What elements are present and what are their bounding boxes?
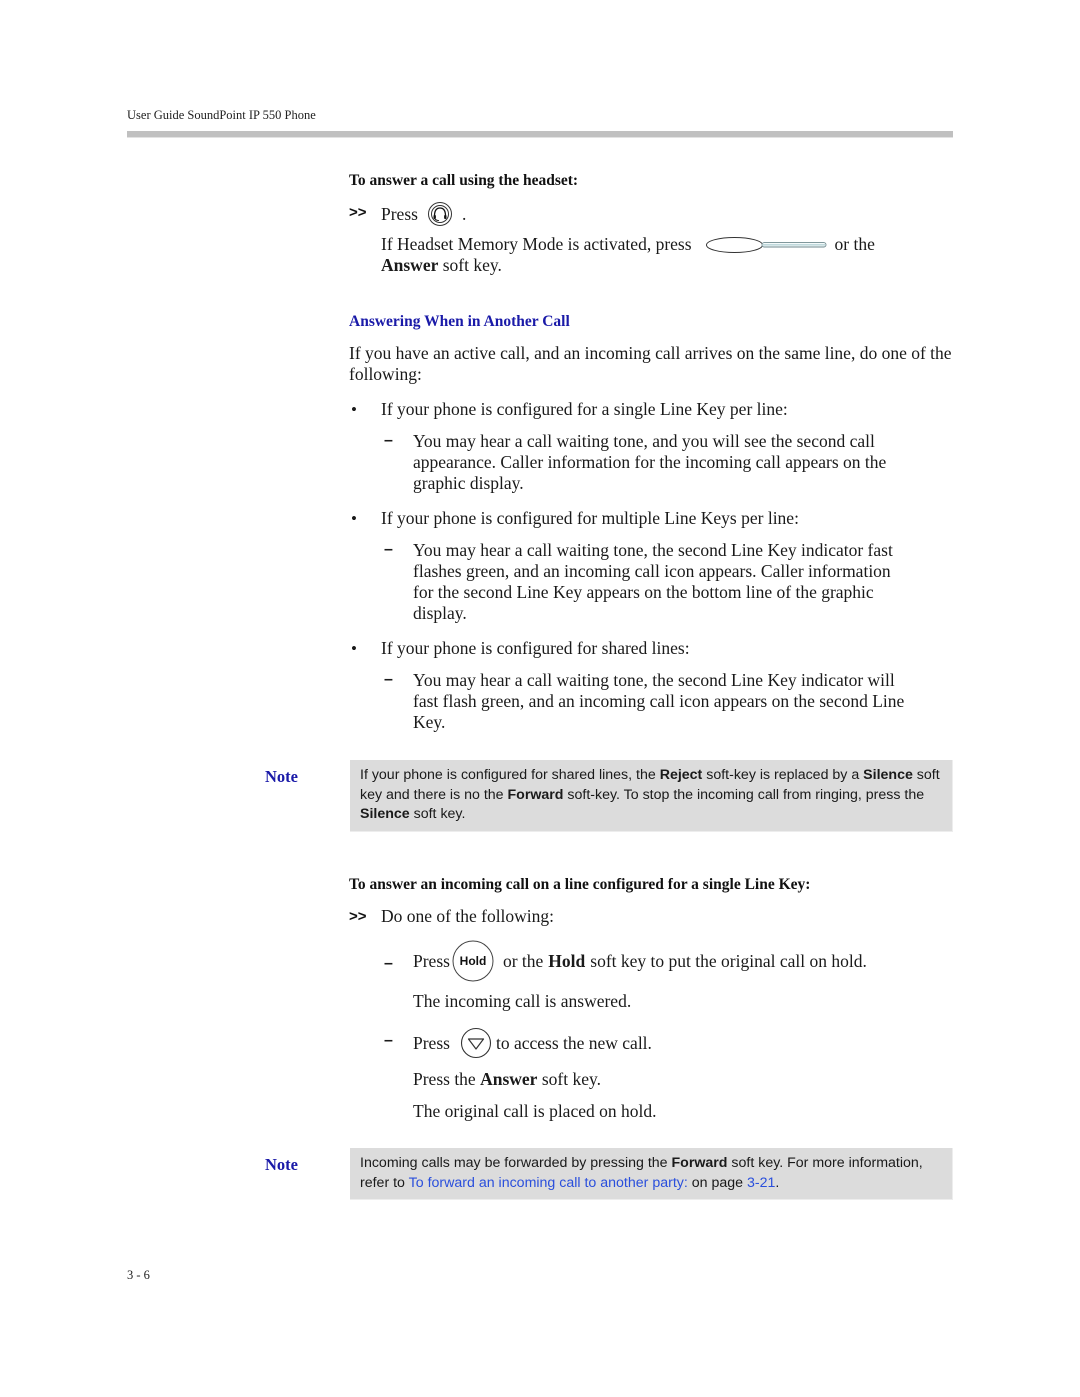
header-rule <box>127 131 953 138</box>
press-label: Press <box>381 203 418 224</box>
sub-item-line: for the second Line Key appears on the b… <box>413 582 874 602</box>
bullet-marker: • <box>351 639 357 658</box>
soft-key-suffix: soft key. <box>442 255 502 275</box>
bullet-text: If your phone is configured for multiple… <box>381 508 799 528</box>
step-marker: >> <box>349 908 367 925</box>
memory-text: If Headset Memory Mode is activated, pre… <box>381 234 692 254</box>
cross-reference-link[interactable]: To forward an incoming call to another p… <box>409 1175 688 1191</box>
note-bold: Silence <box>360 806 410 822</box>
note-text: soft-key is replaced by a <box>702 767 864 783</box>
note-text: soft key. <box>409 806 466 822</box>
sub-item-line: graphic display. <box>413 473 524 493</box>
sub-item: You may hear a call waiting tone, and yo… <box>413 431 886 494</box>
headset-step: Press . <box>381 202 466 226</box>
dash-marker: – <box>384 541 393 558</box>
option-text: soft key. <box>541 1069 601 1089</box>
headset-icon <box>427 202 452 226</box>
line-key-icon <box>705 236 828 254</box>
period: . <box>461 203 467 224</box>
sub-item-line: fast flash green, and an incoming call i… <box>413 691 905 711</box>
note-box: If your phone is configured for shared l… <box>350 760 953 832</box>
sub-item-line: flashes green, and an incoming call icon… <box>413 561 891 581</box>
note-bold: Reject <box>659 767 703 783</box>
note-text: soft-key. To stop the incoming call from… <box>563 786 925 803</box>
sub-item-line: Key. <box>413 712 446 732</box>
press-label: Press <box>413 950 450 971</box>
sub-item: You may hear a call waiting tone, the se… <box>413 670 904 733</box>
option-result: The incoming call is answered. <box>413 991 632 1011</box>
bullet-marker: • <box>351 400 357 419</box>
down-arrow-key-icon <box>460 1027 492 1059</box>
procedure-title-single-line-key: To answer an incoming call on a line con… <box>349 876 811 893</box>
note-label: Note <box>265 767 298 786</box>
note-text: If your phone is configured for shared l… <box>360 767 660 783</box>
section-heading: Answering When in Another Call <box>349 313 570 330</box>
page-reference-link[interactable]: 3-21 <box>747 1175 775 1191</box>
option-text: or the <box>502 950 544 971</box>
answer-soft-key-label: Answer <box>381 255 439 275</box>
note-text: Incoming calls may be forwarded by press… <box>360 1155 672 1171</box>
answer-soft-key-label: Answer <box>480 1069 538 1089</box>
note-text: on page <box>687 1174 747 1191</box>
option-result: The original call is placed on hold. <box>413 1101 657 1121</box>
note-box: Incoming calls may be forwarded by press… <box>350 1148 953 1200</box>
sub-item-line: You may hear a call waiting tone, and yo… <box>413 431 875 451</box>
press-label: Press <box>413 1032 450 1053</box>
procedure-title-headset: To answer a call using the headset: <box>349 172 579 189</box>
running-header: User Guide SoundPoint IP 550 Phone <box>127 108 316 122</box>
dash-marker: – <box>384 955 393 972</box>
note-bold: Silence <box>863 767 913 783</box>
sub-item-line: appearance. Caller information for the i… <box>413 452 887 472</box>
step-text: Do one of the following: <box>381 906 555 926</box>
sub-item: You may hear a call waiting tone, the se… <box>413 540 893 624</box>
option-text: Press the <box>413 1069 476 1089</box>
option-follow-up: Press the Answer soft key. <box>413 1069 601 1090</box>
hold-option: Press Hold or the Hold soft key to put t… <box>413 940 867 982</box>
sub-item-line: You may hear a call waiting tone, the se… <box>413 670 895 690</box>
hold-soft-key-label: Hold <box>548 950 586 971</box>
hold-key-label: Hold <box>460 954 487 968</box>
note-bold: Forward <box>507 786 564 803</box>
step-marker: >> <box>349 204 367 221</box>
option-text: soft key to put the original call on hol… <box>590 950 867 971</box>
bullet-marker: • <box>351 509 357 528</box>
down-arrow-option: Press to access the new call. <box>413 1026 652 1060</box>
sub-item-line: display. <box>413 603 467 623</box>
section-intro: If you have an active call, and an incom… <box>349 343 952 384</box>
dash-marker: – <box>384 671 393 688</box>
bullet-text: If your phone is configured for shared l… <box>381 638 690 658</box>
note-bold: Forward <box>671 1155 728 1171</box>
hold-key-icon: Hold <box>451 940 495 982</box>
answer-soft-key-line: Answer soft key. <box>381 255 502 276</box>
bullet-text: If your phone is configured for a single… <box>381 399 788 419</box>
dash-marker: – <box>384 1032 393 1049</box>
memory-text-after: or the <box>834 234 875 254</box>
option-text: to access the new call. <box>495 1032 652 1053</box>
page-number: 3 - 6 <box>127 1268 150 1282</box>
headset-memory-line: If Headset Memory Mode is activated, pre… <box>381 234 875 255</box>
note-text: . <box>775 1174 780 1191</box>
note-label: Note <box>265 1155 298 1174</box>
dash-marker: – <box>384 432 393 449</box>
sub-item-line: You may hear a call waiting tone, the se… <box>413 540 893 560</box>
